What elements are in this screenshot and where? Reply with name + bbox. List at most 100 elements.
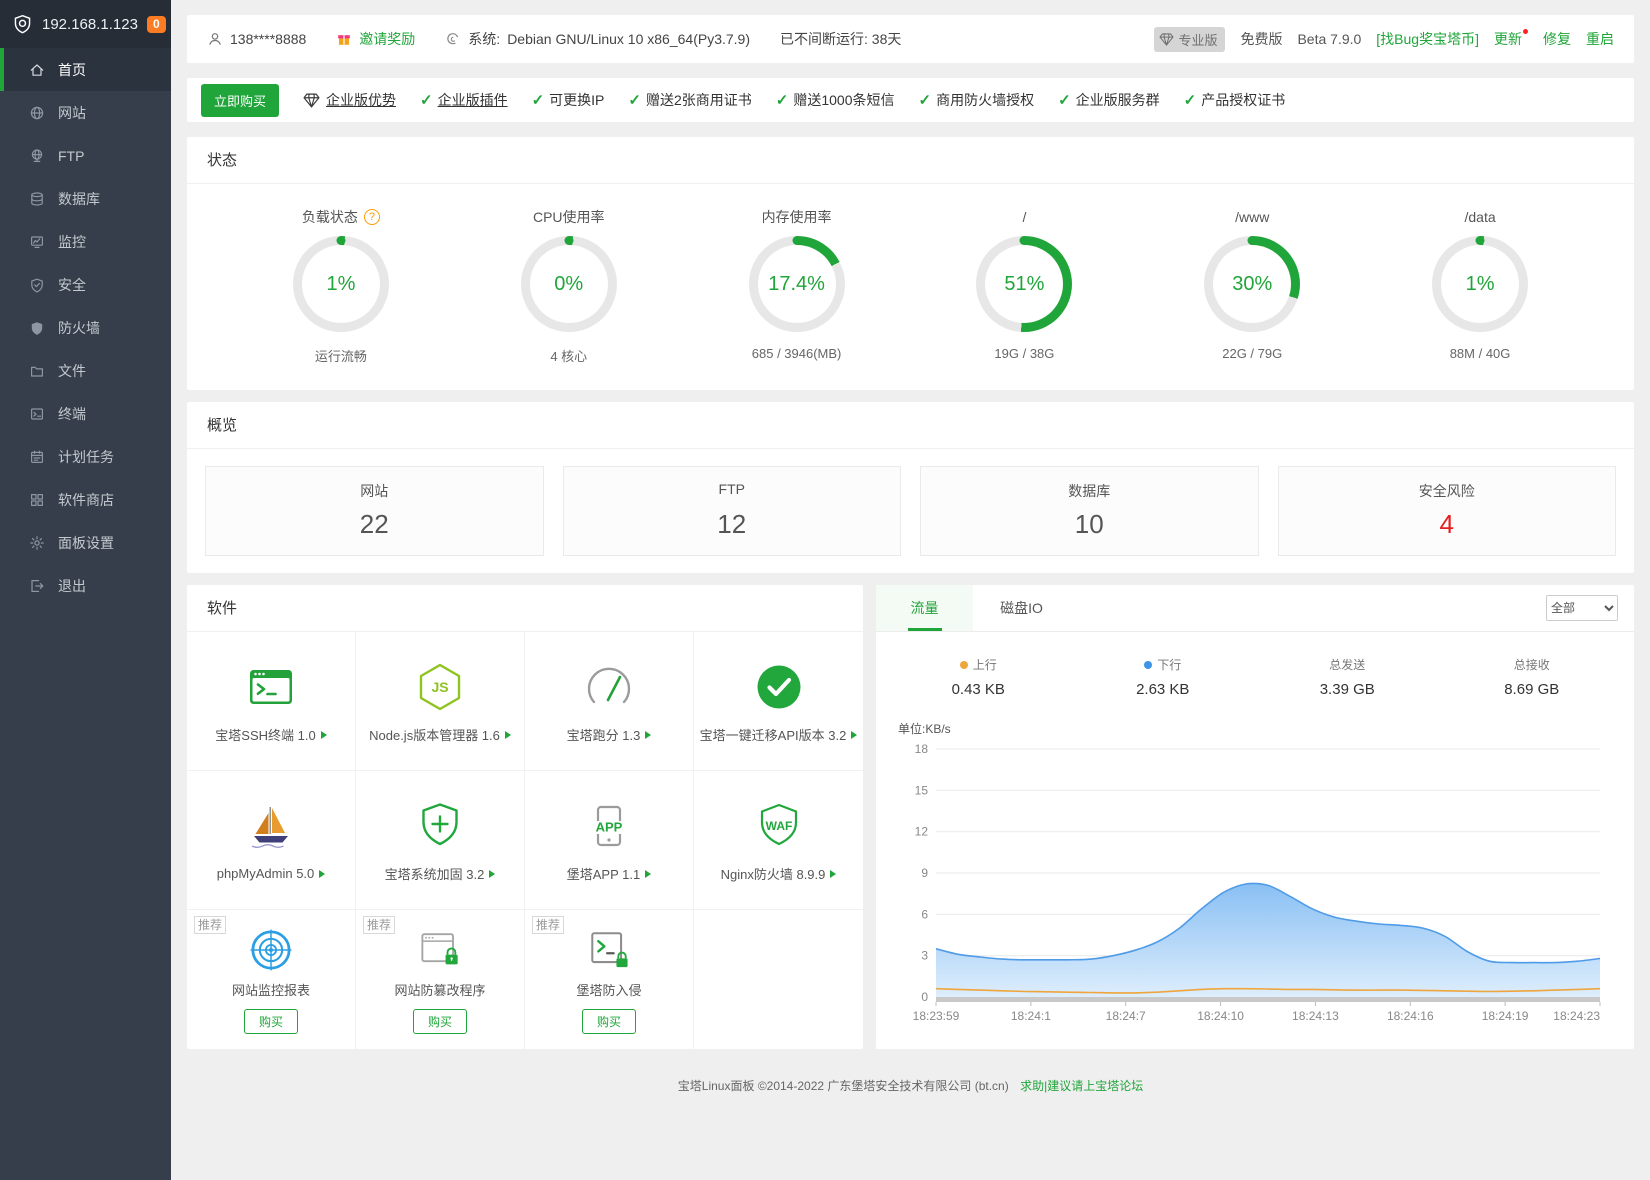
repair-link[interactable]: 修复 bbox=[1543, 29, 1571, 49]
sidebar-item-security[interactable]: 安全 bbox=[0, 263, 171, 306]
sidebar-item-logout[interactable]: 退出 bbox=[0, 564, 171, 607]
overview-card-2[interactable]: 数据库 10 bbox=[920, 466, 1259, 556]
software-label: 堡塔APP 1.1 bbox=[567, 864, 652, 883]
svg-text:18:24:10: 18:24:10 bbox=[1197, 1009, 1244, 1023]
buy-button[interactable]: 购买 bbox=[581, 1008, 636, 1034]
sidebar-item-site[interactable]: 网站 bbox=[0, 91, 171, 134]
play-icon bbox=[504, 730, 511, 739]
sidebar-item-ftp[interactable]: FTP bbox=[0, 134, 171, 177]
sidebar-item-home[interactable]: 首页 bbox=[0, 48, 171, 91]
gauge-percent: 0% bbox=[554, 272, 584, 295]
pro-badge[interactable]: 专业版 bbox=[1154, 26, 1226, 52]
software-cell-4[interactable]: phpMyAdmin 5.0 bbox=[187, 771, 356, 910]
sidebar-item-label: 网站 bbox=[58, 104, 86, 121]
terminal-icon bbox=[29, 406, 45, 422]
enterprise-advantage-link[interactable]: 企业版优势 bbox=[303, 90, 396, 110]
svg-text:9: 9 bbox=[921, 866, 928, 880]
promo-feature-2: ✓ 赠送2张商用证书 bbox=[628, 92, 752, 109]
software-cell-0[interactable]: 宝塔SSH终端 1.0 bbox=[187, 632, 356, 771]
tab-traffic[interactable]: 流量 bbox=[876, 585, 973, 631]
sidebar-item-files[interactable]: 文件 bbox=[0, 349, 171, 392]
sidebar-item-label: 防火墙 bbox=[58, 319, 100, 336]
software-label: 宝塔系统加固 3.2 bbox=[385, 864, 496, 883]
svg-text:6: 6 bbox=[921, 907, 928, 921]
gauge-subtitle: 19G / 38G bbox=[994, 346, 1055, 361]
gauge-ring: 1% bbox=[292, 236, 389, 332]
sidebar-item-label: 数据库 bbox=[58, 190, 100, 207]
sidebar-item-database[interactable]: 数据库 bbox=[0, 177, 171, 220]
gauge-dot bbox=[1475, 236, 1485, 245]
sidebar-menu: 首页网站 FTP 数据库监控安全防火墙文件 终端 计划任务 软件商店面板设置退出 bbox=[0, 48, 171, 607]
gauge-3: / 51% 19G / 38G bbox=[910, 206, 1138, 364]
software-cell-9[interactable]: 推荐 网站防篡改程序 购买 bbox=[356, 910, 525, 1049]
gauge-subtitle: 88M / 40G bbox=[1449, 346, 1511, 361]
update-link[interactable]: 更新 bbox=[1494, 29, 1528, 49]
forum-help-link[interactable]: 求助|建议请上宝塔论坛 bbox=[1020, 1079, 1143, 1093]
overview-card-0[interactable]: 网站 22 bbox=[205, 466, 544, 556]
gift-icon bbox=[336, 31, 352, 47]
software-cell-7[interactable]: WAF Nginx防火墙 8.9.9 bbox=[694, 771, 863, 910]
overview-value: 4 bbox=[1439, 509, 1454, 539]
sidebar-item-label: 监控 bbox=[58, 233, 86, 250]
sidebar-item-monitor[interactable]: 监控 bbox=[0, 220, 171, 263]
traffic-stats: 上行 0.43 KB 下行 2.63 KB 总发送 3.39 GB 总接收 8.69 GB bbox=[876, 632, 1634, 698]
sidebar: 192.168.1.123 0 首页网站 FTP 数据库监控安全防火墙文件 终端 计划任… bbox=[0, 0, 171, 1180]
message-count-badge[interactable]: 0 bbox=[146, 15, 166, 33]
software-cell-3[interactable]: 宝塔一键迁移API版本 3.2 bbox=[694, 632, 863, 771]
gauge-subtitle: 685 / 3946(MB) bbox=[751, 346, 842, 361]
status-section: 状态 负载状态? 1% 运行流畅 CPU使用率 0% 4 核心 内存使用率 17.4% 685 … bbox=[187, 137, 1634, 390]
software-cell-10[interactable]: 推荐 堡塔防入侵 购买 bbox=[525, 910, 694, 1049]
help-icon[interactable]: ? bbox=[363, 209, 380, 225]
sidebar-item-terminal[interactable]: 终端 bbox=[0, 392, 171, 435]
software-cell-2[interactable]: 宝塔跑分 1.3 bbox=[525, 632, 694, 771]
svg-text:18:24:19: 18:24:19 bbox=[1482, 1009, 1529, 1023]
database-icon bbox=[29, 191, 45, 207]
check-icon: ✓ bbox=[1058, 92, 1071, 109]
promo-feature-3: ✓ 赠送1000条短信 bbox=[775, 92, 895, 109]
software-cell-1[interactable]: JS Node.js版本管理器 1.6 bbox=[356, 632, 525, 771]
restart-link[interactable]: 重启 bbox=[1586, 29, 1614, 49]
tab-disk-io[interactable]: 磁盘IO bbox=[973, 585, 1070, 631]
gauge-ring: 17.4% bbox=[748, 236, 845, 332]
sidebar-item-store[interactable]: 软件商店 bbox=[0, 478, 171, 521]
promo-features: ✓ 企业版插件 ✓ 可更换IP ✓ 赠送2张商用证书 ✓ 赠送1000条短信 ✓ 商用防火墙授权 ✓… bbox=[420, 90, 1285, 110]
software-label: 宝塔SSH终端 1.0 bbox=[215, 725, 327, 744]
recommend-badge: 推荐 bbox=[532, 916, 565, 934]
gear-icon bbox=[29, 535, 45, 551]
traffic-filter-select[interactable]: 全部 bbox=[1546, 595, 1618, 621]
user-info[interactable]: 138****8888 bbox=[207, 31, 306, 47]
bug-bounty-link[interactable]: [找Bug奖宝塔币] bbox=[1376, 29, 1479, 49]
debian-icon bbox=[445, 31, 461, 47]
firewall-shield-icon bbox=[29, 320, 45, 336]
traffic-tabs: 流量 磁盘IO bbox=[876, 585, 1070, 631]
promo-feature-1: ✓ 可更换IP bbox=[531, 92, 605, 109]
gauge-subtitle: 4 核心 bbox=[550, 349, 588, 364]
sidebar-item-panel[interactable]: 面板设置 bbox=[0, 521, 171, 564]
shield-check-icon bbox=[29, 277, 45, 293]
gauge-5: /data 1% 88M / 40G bbox=[1366, 206, 1594, 364]
sidebar-item-label: 面板设置 bbox=[58, 534, 114, 551]
store-grid-icon bbox=[29, 492, 45, 508]
buy-button[interactable]: 购买 bbox=[412, 1008, 467, 1034]
software-cell-6[interactable]: APP 堡塔APP 1.1 bbox=[525, 771, 694, 910]
invite-reward-link[interactable]: 邀请奖励 bbox=[336, 29, 415, 49]
sidebar-item-firewall[interactable]: 防火墙 bbox=[0, 306, 171, 349]
overview-label: FTP bbox=[718, 481, 745, 497]
gauge-dot bbox=[1247, 236, 1257, 245]
overview-card-3[interactable]: 安全风险 4 bbox=[1277, 466, 1616, 556]
stat-0: 上行 0.43 KB bbox=[886, 657, 1071, 698]
software-label: 网站监控报表 bbox=[231, 982, 310, 998]
buy-now-button[interactable]: 立即购买 bbox=[201, 83, 280, 117]
buy-button[interactable]: 购买 bbox=[243, 1008, 298, 1034]
sidebar-header: 192.168.1.123 0 bbox=[0, 0, 171, 48]
tamper-proof-icon bbox=[414, 926, 466, 974]
monitor-chart-icon bbox=[29, 234, 45, 250]
overview-card-1[interactable]: FTP 12 bbox=[562, 466, 901, 556]
software-cell-5[interactable]: 宝塔系统加固 3.2 bbox=[356, 771, 525, 910]
shield-plus-icon bbox=[412, 797, 468, 855]
sidebar-item-cron[interactable]: 计划任务 bbox=[0, 435, 171, 478]
svg-text:JS: JS bbox=[431, 679, 448, 695]
software-cell-8[interactable]: 推荐 网站监控报表 购买 bbox=[187, 910, 356, 1049]
play-icon bbox=[645, 869, 652, 878]
promo-feature-0[interactable]: ✓ 企业版插件 bbox=[420, 90, 508, 110]
